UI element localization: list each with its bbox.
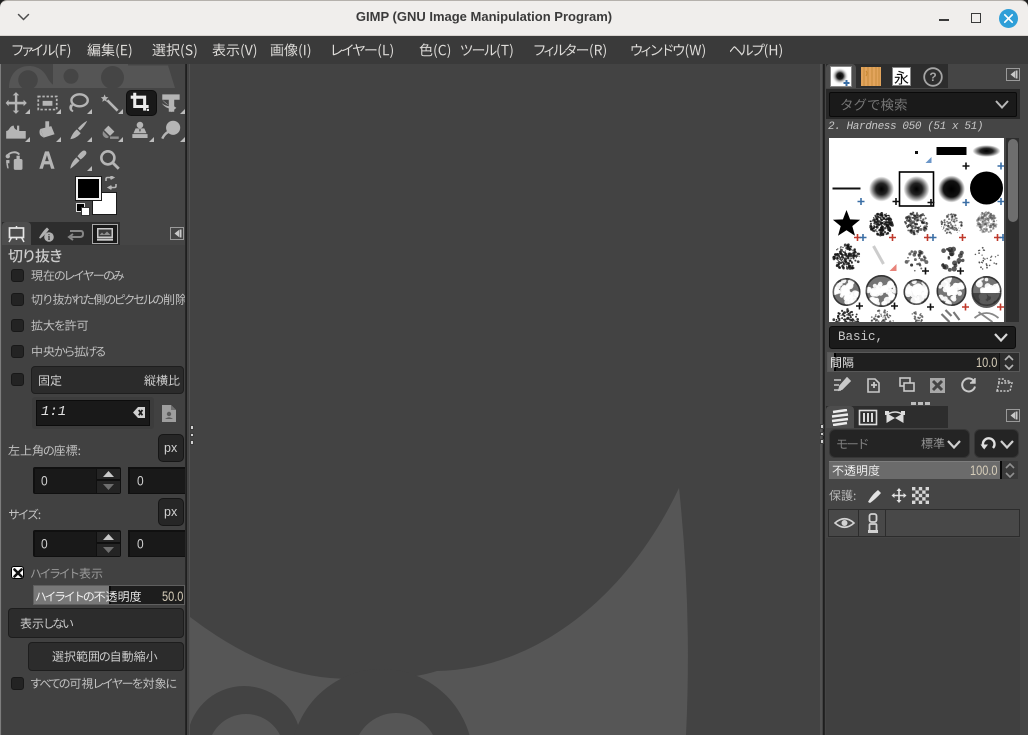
svg-text:?: ?	[929, 70, 936, 84]
